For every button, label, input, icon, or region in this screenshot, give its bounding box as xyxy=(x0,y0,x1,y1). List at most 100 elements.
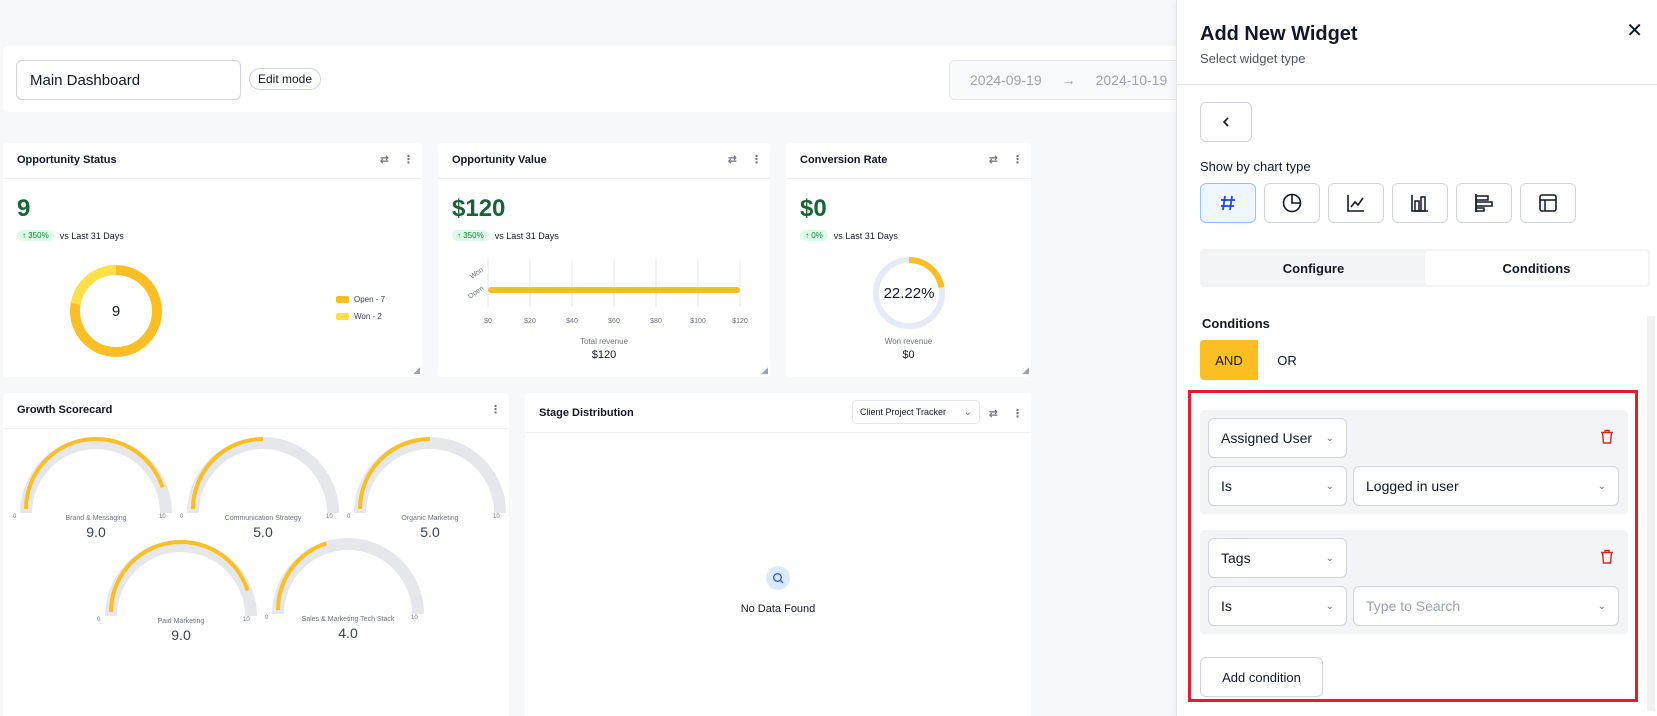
compare-text: vs Last 31 Days xyxy=(833,230,898,241)
resize-handle[interactable]: ◢ xyxy=(761,365,768,376)
x-tick: $40 xyxy=(566,318,578,325)
gauge-min: 0 xyxy=(265,615,269,621)
and-button[interactable]: AND xyxy=(1200,340,1258,380)
dashboard-name-input[interactable]: Main Dashboard xyxy=(16,60,241,100)
gauge-max: 10 xyxy=(159,514,166,520)
filter-icon[interactable]: ⇄ xyxy=(989,153,998,166)
gauge-track xyxy=(187,437,339,514)
more-icon[interactable]: ⋮ xyxy=(403,153,414,166)
resize-handle[interactable]: ◢ xyxy=(413,365,420,376)
chart-type-label: Show by chart type xyxy=(1200,159,1311,174)
panel-subtitle: Select widget type xyxy=(1200,51,1306,66)
gauge-label: Sales & Marketing Tech Stack xyxy=(301,616,395,623)
gauge-label: Paid Marketing xyxy=(157,618,205,625)
chart-type-selector xyxy=(1200,183,1576,223)
bar-chart: Won Open $0 $20 $40 $60 $80 $100 $120 xyxy=(467,259,748,325)
empty-state-text: No Data Found xyxy=(740,603,816,615)
back-button[interactable] xyxy=(1200,102,1252,142)
gauge-fill xyxy=(24,436,165,510)
metric-value: $120 xyxy=(452,195,506,222)
table-icon xyxy=(1539,194,1557,212)
chevron-down-icon: ⌄ xyxy=(963,407,972,418)
close-icon[interactable]: ✕ xyxy=(1626,18,1643,43)
donut-chart: 9 xyxy=(70,265,162,357)
gauge-min: 0 xyxy=(13,514,17,520)
tab-configure[interactable]: Configure xyxy=(1202,251,1425,285)
gauge-track xyxy=(272,538,424,615)
gauge-min: 0 xyxy=(347,514,351,520)
donut-legend: Open - 7 Won - 2 xyxy=(336,295,385,329)
card-header: Stage Distribution Client Project Tracke… xyxy=(525,393,1031,433)
card-header: Opportunity Value ⇄ ⋮ xyxy=(438,143,770,179)
compare-text: vs Last 31 Days xyxy=(59,230,124,241)
gauge-value: 9.0 xyxy=(171,627,191,643)
more-icon[interactable]: ⋮ xyxy=(751,153,762,166)
scrollbar[interactable] xyxy=(1647,316,1655,711)
tab-conditions[interactable]: Conditions xyxy=(1425,251,1648,285)
growth-scorecard-card: Growth Scorecard ⋮ Brand & Messaging 9.0… xyxy=(3,393,509,716)
x-tick: $60 xyxy=(608,318,620,325)
chart-type-pie[interactable] xyxy=(1264,183,1320,223)
filter-icon[interactable]: ⇄ xyxy=(380,153,389,166)
ring-center-value: 22.22% xyxy=(884,285,935,302)
horizontal-bar-icon xyxy=(1475,194,1493,212)
gauge-group xyxy=(20,436,506,617)
filter-icon[interactable]: ⇄ xyxy=(989,407,998,420)
compare-text: vs Last 31 Days xyxy=(494,230,559,241)
more-icon[interactable]: ⋮ xyxy=(1012,153,1023,166)
delta-row: ↑ 0% vs Last 31 Days xyxy=(800,230,898,241)
filter-icon[interactable]: ⇄ xyxy=(728,153,737,166)
or-button[interactable]: OR xyxy=(1258,340,1316,380)
date-range-picker[interactable]: 2024-09-19 → 2024-10-19 xyxy=(949,60,1189,100)
card-title: Opportunity Status xyxy=(17,154,117,166)
conversion-rate-card: Conversion Rate ⇄ ⋮ $0 ↑ 0% vs Last 31 Da… xyxy=(786,143,1031,377)
line-icon xyxy=(1347,195,1364,212)
chart-type-bar[interactable] xyxy=(1392,183,1448,223)
card-title: Stage Distribution xyxy=(539,407,634,419)
total-revenue-label: Total revenue xyxy=(579,337,629,346)
delta-row: ↑ 350% vs Last 31 Days xyxy=(452,230,559,241)
gauge-min: 0 xyxy=(97,617,101,623)
won-revenue-value: $0 xyxy=(902,349,915,361)
won-revenue-label: Won revenue xyxy=(884,337,933,346)
and-or-toggle: AND OR xyxy=(1200,340,1316,380)
gauge-label: Organic Marketing xyxy=(401,515,459,522)
edit-mode-button[interactable]: Edit mode xyxy=(249,68,322,90)
y-label-won: Won xyxy=(469,267,485,281)
more-icon[interactable]: ⋮ xyxy=(1012,407,1023,420)
card-header: Opportunity Status ⇄ ⋮ xyxy=(3,143,422,179)
x-tick: $80 xyxy=(650,318,662,325)
opportunity-value-card: Opportunity Value ⇄ ⋮ $120 ↑ 350% vs Last… xyxy=(438,143,770,377)
number-icon xyxy=(1221,195,1235,211)
divider xyxy=(1177,84,1657,85)
chart-type-number[interactable] xyxy=(1200,183,1256,223)
search-icon xyxy=(766,566,790,590)
delta-badge: ↑ 350% xyxy=(17,230,54,241)
pie-icon xyxy=(1282,193,1302,213)
conditions-title: Conditions xyxy=(1202,316,1270,331)
resize-handle[interactable]: ◢ xyxy=(1022,365,1029,376)
gauge-value: 5.0 xyxy=(253,524,273,540)
gauge-label: Communication Strategy xyxy=(224,515,302,522)
x-tick: $20 xyxy=(524,318,536,325)
total-revenue-value: $120 xyxy=(591,349,617,361)
delta-row: ↑ 350% vs Last 31 Days xyxy=(17,230,124,241)
chart-type-horizontal-bar[interactable] xyxy=(1456,183,1512,223)
date-end: 2024-10-19 xyxy=(1095,72,1168,88)
gauge-max: 10 xyxy=(326,514,333,520)
metric-value: $0 xyxy=(800,195,827,222)
y-label-open: Open xyxy=(467,285,485,301)
date-start: 2024-09-19 xyxy=(970,72,1042,88)
pipeline-value: Client Project Tracker xyxy=(860,407,947,417)
x-tick: $0 xyxy=(484,318,492,325)
delta-badge: ↑ 0% xyxy=(800,230,828,241)
gauge-track xyxy=(105,540,257,617)
delta-badge: ↑ 350% xyxy=(452,230,489,241)
chart-type-line[interactable] xyxy=(1328,183,1384,223)
metric-value: 9 xyxy=(17,195,31,222)
chart-type-table[interactable] xyxy=(1520,183,1576,223)
gauge-label: Brand & Messaging xyxy=(65,515,127,522)
gauge-value: 4.0 xyxy=(338,625,358,641)
bar-icon xyxy=(1411,195,1428,212)
pipeline-select[interactable]: Client Project Tracker ⌄ xyxy=(852,400,980,424)
